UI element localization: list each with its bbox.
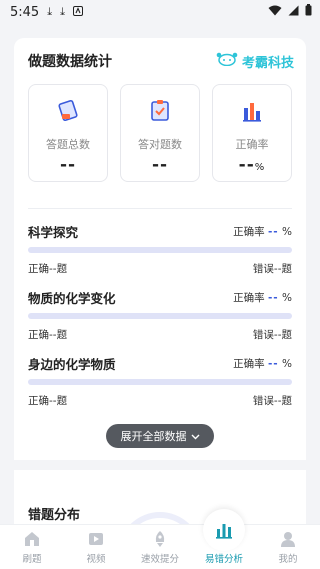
stat-value: --% <box>238 155 266 175</box>
video-icon <box>87 530 105 548</box>
divider <box>28 208 292 209</box>
tab-label: 易错分析 <box>204 554 243 565</box>
subject-accuracy: 正确率 -- % <box>233 357 292 370</box>
section-divider <box>14 460 306 470</box>
analysis-icon <box>203 509 245 551</box>
download-icon: ⤓ <box>60 5 65 18</box>
expand-all-data-button[interactable]: 展开全部数据 <box>106 424 214 448</box>
app-notification-icon <box>72 5 83 19</box>
status-time: 5:45 <box>10 4 40 20</box>
subject-name: 物质的化学变化 <box>28 290 116 306</box>
tab-label: 速效提分 <box>140 554 179 565</box>
download-icon: ⤓ <box>47 5 53 18</box>
book-icon <box>29 99 107 123</box>
stat-total: 答题总数 -- <box>28 84 108 182</box>
tab-error-analysis[interactable]: 易错分析 <box>194 509 254 569</box>
status-bar: 5:45 ⤓ ⤓ <box>0 0 320 24</box>
expand-label: 展开全部数据 <box>120 430 187 443</box>
subject-name: 身边的化学物质 <box>28 356 116 372</box>
subject-accuracy: 正确率 -- % <box>233 291 292 304</box>
stat-value: -- <box>151 155 169 175</box>
card-title: 做题数据统计 <box>28 54 112 70</box>
tab-label: 我的 <box>278 554 298 565</box>
progress-bar <box>28 379 292 385</box>
tab-label: 刷题 <box>22 554 42 565</box>
stat-label: 答对题数 <box>138 138 182 151</box>
stat-accuracy: 正确率 --% <box>212 84 292 182</box>
stat-correct: 答对题数 -- <box>120 84 200 182</box>
tab-profile[interactable]: 我的 <box>258 525 318 569</box>
clipboard-check-icon <box>121 99 199 123</box>
subject-item[interactable]: 科学探究 正确率 -- % 正确--题 错误--题 <box>28 221 292 279</box>
progress-bar <box>28 313 292 319</box>
progress-bar <box>28 247 292 253</box>
brand-name: 考霸科技 <box>241 55 294 71</box>
correct-count: 正确--题 <box>28 263 68 275</box>
profile-icon <box>279 530 297 548</box>
error-distribution-title: 错题分布 <box>28 508 81 523</box>
subject-name: 科学探究 <box>28 224 79 240</box>
subject-item[interactable]: 物质的化学变化 正确率 -- % 正确--题 错误--题 <box>28 287 292 345</box>
stat-label: 正确率 <box>235 138 269 151</box>
brand-mascot-icon <box>216 52 238 70</box>
chevron-down-icon <box>191 430 200 443</box>
stats-card: 做题数据统计 考霸科技 答题总数 -- 答对题数 -- 正确率 --% 科学探究… <box>14 38 306 538</box>
wrong-count: 错误--题 <box>252 263 292 275</box>
correct-count: 正确--题 <box>28 329 68 341</box>
tab-quick-boost[interactable]: 速效提分 <box>130 525 190 569</box>
rocket-icon <box>151 530 169 548</box>
tab-video[interactable]: 视频 <box>66 525 126 569</box>
correct-count: 正确--题 <box>28 395 68 407</box>
card-header: 做题数据统计 考霸科技 <box>28 50 294 72</box>
brand-logo: 考霸科技 <box>216 52 294 71</box>
stat-value: -- <box>59 155 77 175</box>
wifi-icon <box>268 5 282 20</box>
tab-label: 视频 <box>86 554 106 565</box>
bottom-tab-bar: 刷题 视频 速效提分 易错分析 我的 <box>0 509 320 569</box>
wrong-count: 错误--题 <box>252 329 292 341</box>
bar-chart-icon <box>213 99 291 123</box>
subject-accuracy: 正确率 -- % <box>233 225 292 238</box>
stat-label: 答题总数 <box>46 138 90 151</box>
tab-practice[interactable]: 刷题 <box>2 525 62 569</box>
battery-icon <box>305 4 312 20</box>
signal-icon <box>288 5 299 20</box>
wrong-count: 错误--题 <box>252 395 292 407</box>
home-icon <box>23 530 41 548</box>
subject-item[interactable]: 身边的化学物质 正确率 -- % 正确--题 错误--题 <box>28 353 292 411</box>
stats-grid: 答题总数 -- 答对题数 -- 正确率 --% <box>28 84 292 182</box>
